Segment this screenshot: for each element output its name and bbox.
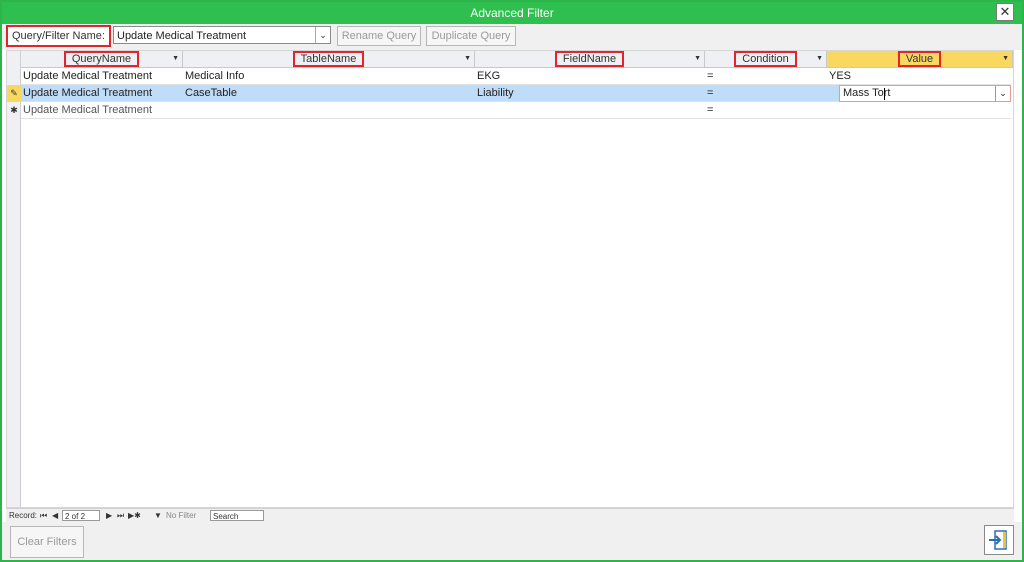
sort-dropdown-icon[interactable]: ▼ xyxy=(172,51,179,67)
column-header-value[interactable]: Value ▼ xyxy=(827,51,1013,68)
table-row-selected[interactable]: Update Medical Treatment CaseTable Liabi… xyxy=(21,85,1011,102)
close-button[interactable]: ✕ xyxy=(996,3,1014,21)
cell-fieldname[interactable]: Liability xyxy=(477,85,703,101)
filter-icon: ▼ xyxy=(154,511,162,520)
exit-button[interactable] xyxy=(984,525,1014,555)
cell-queryname[interactable]: Update Medical Treatment xyxy=(23,102,181,118)
cell-queryname[interactable]: Update Medical Treatment xyxy=(23,85,181,101)
cell-tablename[interactable]: Medical Info xyxy=(185,68,471,84)
cell-tablename[interactable]: CaseTable xyxy=(185,85,471,101)
cell-condition[interactable]: = xyxy=(707,102,727,118)
current-record-input[interactable]: 2 of 2 xyxy=(62,510,100,521)
clear-filters-button[interactable]: Clear Filters xyxy=(10,526,84,558)
exit-door-icon xyxy=(989,530,1007,550)
form-footer: Clear Filters xyxy=(2,522,1022,560)
chevron-down-icon[interactable]: ⌄ xyxy=(995,86,1010,101)
record-selector[interactable] xyxy=(7,68,21,85)
column-header-label: FieldName xyxy=(554,51,625,67)
chevron-down-icon[interactable]: ⌄ xyxy=(315,27,330,43)
rename-query-button[interactable]: Rename Query xyxy=(337,26,421,46)
cell-value[interactable]: YES xyxy=(829,68,1009,84)
sort-dropdown-icon[interactable]: ▼ xyxy=(694,51,701,67)
value-combobox[interactable]: Mass Tort ⌄ xyxy=(839,85,1011,102)
search-input[interactable]: Search xyxy=(210,510,264,521)
no-filter-button[interactable]: No Filter xyxy=(166,509,196,523)
last-record-icon[interactable]: ⏭ xyxy=(117,509,124,523)
cell-condition[interactable]: = xyxy=(707,85,727,101)
cell-condition[interactable]: = xyxy=(707,68,727,84)
query-filter-name-select[interactable]: Update Medical Treatment ⌄ xyxy=(113,26,331,44)
column-header-queryname[interactable]: QueryName ▼ xyxy=(21,51,183,68)
column-header-fieldname[interactable]: FieldName ▼ xyxy=(475,51,705,68)
previous-record-icon[interactable]: ◀ xyxy=(52,509,58,523)
column-header-label: QueryName xyxy=(63,51,140,67)
sort-dropdown-icon[interactable]: ▼ xyxy=(464,51,471,67)
query-filter-name-label: Query/Filter Name: xyxy=(6,25,111,47)
advanced-filter-window: Advanced Filter ✕ Query/Filter Name: Upd… xyxy=(0,0,1024,562)
cell-fieldname[interactable]: EKG xyxy=(477,68,703,84)
column-header-label: TableName xyxy=(292,51,365,67)
record-label: Record: xyxy=(9,511,38,520)
record-selector-column xyxy=(7,51,21,507)
query-filter-name-value: Update Medical Treatment xyxy=(117,30,247,42)
record-navigation-bar: Record: ⏮ ◀ 2 of 2 ▶ ⏭ ▶✱ ▼ No Filter Se… xyxy=(6,508,1014,523)
first-record-icon[interactable]: ⏮ xyxy=(40,509,47,523)
cell-value[interactable] xyxy=(829,102,1009,118)
text-caret xyxy=(884,88,885,100)
column-header-condition[interactable]: Condition ▼ xyxy=(705,51,827,68)
filter-grid: QueryName ▼ TableName ▼ FieldName ▼ Cond… xyxy=(6,50,1014,508)
sort-dropdown-icon[interactable]: ▼ xyxy=(1002,51,1009,67)
column-header-label: Value xyxy=(897,51,942,67)
new-record-nav-icon[interactable]: ▶✱ xyxy=(128,509,141,523)
window-title: Advanced Filter xyxy=(470,6,554,20)
next-record-icon[interactable]: ▶ xyxy=(106,509,112,523)
title-bar: Advanced Filter ✕ xyxy=(2,2,1022,24)
cell-queryname[interactable]: Update Medical Treatment xyxy=(23,68,181,84)
duplicate-query-button[interactable]: Duplicate Query xyxy=(426,26,516,46)
cell-tablename[interactable] xyxy=(185,102,471,118)
table-row-new[interactable]: Update Medical Treatment = xyxy=(21,102,1011,119)
close-icon: ✕ xyxy=(999,4,1011,19)
column-header-label: Condition xyxy=(734,51,797,67)
pencil-icon[interactable]: ✎ xyxy=(7,85,21,102)
new-record-icon[interactable]: ✱ xyxy=(7,102,21,119)
sort-dropdown-icon[interactable]: ▼ xyxy=(816,51,823,67)
table-row[interactable]: Update Medical Treatment Medical Info EK… xyxy=(21,68,1011,85)
column-header-tablename[interactable]: TableName ▼ xyxy=(183,51,475,68)
query-toolbar: Query/Filter Name: Update Medical Treatm… xyxy=(2,24,1022,50)
cell-fieldname[interactable] xyxy=(477,102,703,118)
